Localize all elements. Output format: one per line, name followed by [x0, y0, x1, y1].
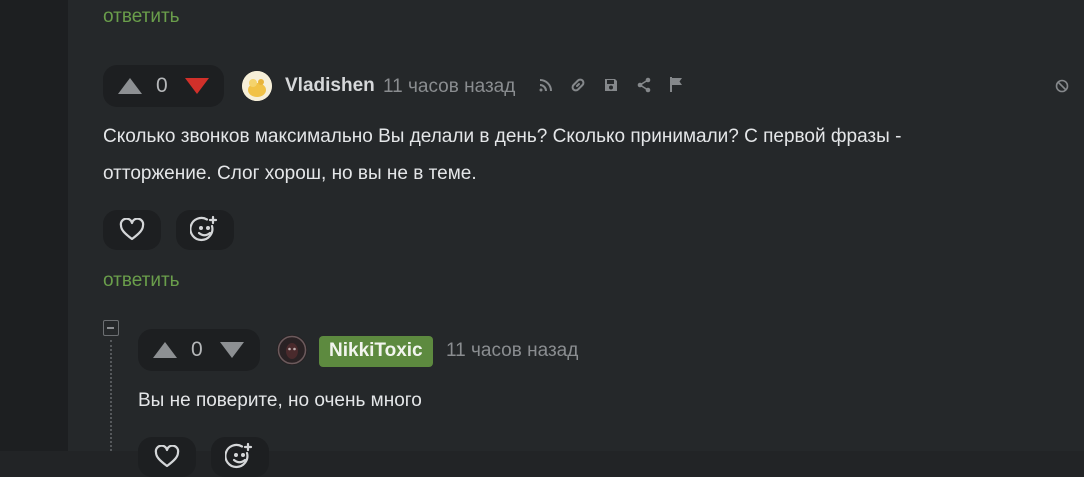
like-button[interactable]	[103, 210, 161, 250]
add-reaction-button[interactable]	[176, 210, 234, 250]
triangle-down-icon	[185, 78, 209, 94]
triangle-up-icon	[153, 342, 177, 358]
add-reaction-icon	[225, 442, 253, 469]
vote-count: 0	[191, 338, 203, 361]
like-button[interactable]	[138, 437, 196, 477]
heart-icon	[119, 218, 145, 241]
vote-count: 0	[156, 74, 168, 97]
avatar[interactable]	[277, 335, 307, 365]
link-icon[interactable]	[569, 76, 587, 94]
thread-line	[110, 340, 112, 451]
avatar[interactable]	[242, 71, 272, 101]
downvote-button[interactable]	[184, 76, 210, 101]
comment-text-line: Сколько звонков максимально Вы делали в …	[103, 126, 902, 147]
add-reaction-icon	[190, 215, 218, 242]
vote-widget: 0	[138, 329, 260, 371]
block-icon[interactable]	[1053, 77, 1071, 95]
minus-square-icon[interactable]	[103, 320, 119, 336]
reply-link[interactable]: ответить	[103, 270, 180, 292]
author-name[interactable]: Vladishen	[285, 75, 375, 97]
left-gutter	[0, 0, 68, 451]
vote-widget: 0	[103, 65, 224, 107]
triangle-down-icon	[220, 342, 244, 358]
downvote-button[interactable]	[219, 340, 245, 365]
comment-text-line: Вы не поверите, но очень много	[138, 390, 422, 411]
upvote-button[interactable]	[117, 76, 143, 101]
reply-link[interactable]: ответить	[103, 6, 180, 28]
page: ответить 0 Vladishen 11 часов назад Скол…	[0, 0, 1084, 477]
thread-icon[interactable]	[537, 76, 555, 94]
upvote-button[interactable]	[152, 340, 178, 365]
heart-icon	[154, 445, 180, 468]
flag-icon[interactable]	[667, 75, 685, 93]
add-reaction-button[interactable]	[211, 437, 269, 477]
author-name[interactable]: NikkiToxic	[319, 336, 433, 367]
comment-text-line: отторжение. Слог хорош, но вы не в теме.	[103, 163, 477, 184]
share-icon[interactable]	[635, 76, 653, 94]
timestamp[interactable]: 11 часов назад	[446, 340, 578, 362]
timestamp[interactable]: 11 часов назад	[383, 76, 515, 98]
triangle-up-icon	[118, 78, 142, 94]
save-icon[interactable]	[602, 76, 620, 94]
